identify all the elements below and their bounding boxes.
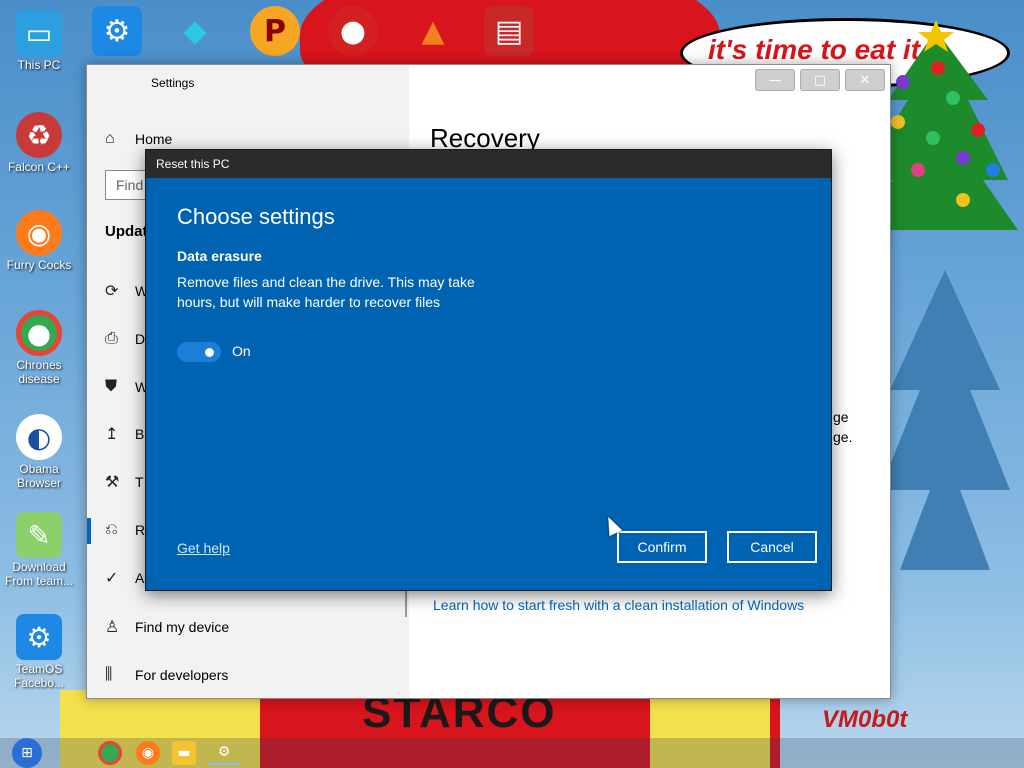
nav-item-label: B [135, 426, 145, 442]
close-button[interactable]: ✕ [845, 69, 885, 91]
desktop-icon-chrome[interactable]: ● Chrones disease [4, 310, 74, 386]
nav-item-label: D [135, 331, 146, 347]
sliders-icon: ⫼ [105, 666, 113, 683]
desktop-icon-label: Furry Cocks [6, 258, 72, 272]
desktop-icon-firefox[interactable]: ◉ Furry Cocks [4, 210, 74, 272]
folder-icon[interactable]: ▬ [172, 741, 196, 765]
desktop-icon-label: Chrones disease [16, 358, 62, 386]
dialog-body: Choose settings Data erasure Remove file… [148, 178, 829, 588]
desktop-icon-falcon[interactable]: ♻ Falcon C++ [4, 112, 74, 174]
data-erasure-toggle[interactable] [177, 342, 221, 362]
wallpaper-snow-tree [880, 270, 1010, 570]
shield-icon: ⛊ [105, 378, 118, 395]
option-description: Remove files and clean the drive. This m… [177, 274, 475, 310]
dialog-title: Reset this PC [156, 157, 230, 171]
recycle-icon: ♻ [16, 112, 62, 158]
maximize-button[interactable]: ▢ [800, 69, 840, 91]
person-device-icon: ♙ [105, 619, 120, 636]
reset-pc-dialog: Reset this PC Choose settings Data erasu… [145, 149, 832, 591]
check-circle-icon: ✓ [105, 570, 119, 587]
backup-arrow-icon: ↥ [105, 426, 119, 443]
delivery-icon: ⎙ [105, 330, 118, 347]
desktop-icon-this-pc[interactable]: ▭ This PC [4, 10, 74, 72]
desktop-icon-label: Obama Browser [16, 462, 61, 490]
firefox-icon[interactable]: ◉ [136, 741, 160, 765]
desktop-icon-label: This PC [17, 58, 61, 72]
toggle-state-label: On [232, 343, 251, 359]
p-logo-icon[interactable]: P [250, 6, 300, 56]
fresh-start-link[interactable]: Learn how to start fresh with a clean in… [433, 597, 804, 613]
nav-home[interactable]: ⌂ Home [105, 127, 172, 151]
wallpaper-signature: VM0b0t [822, 706, 908, 733]
nav-item-troubleshoot[interactable]: ⚒ T [105, 470, 144, 494]
gear-icon[interactable]: ⚙ [92, 6, 142, 56]
nav-item-label: T [135, 474, 144, 490]
taskbar: ⊞ ◉ ▬ ⚙ [0, 738, 1024, 768]
chrome-icon: ● [16, 310, 62, 356]
dialog-heading: Choose settings [177, 204, 335, 229]
nav-item-backup[interactable]: ↥ B [105, 422, 144, 446]
nav-item-activation[interactable]: ✓ A [105, 566, 144, 590]
diamond-icon[interactable]: ◆ [170, 6, 220, 56]
start-button[interactable]: ⊞ [12, 738, 42, 768]
card-icon[interactable]: ▤ [484, 6, 534, 56]
nav-item-for-developers[interactable]: ⫼ For developers [105, 663, 228, 687]
settings-taskbar-icon[interactable]: ⚙ [208, 741, 240, 765]
nav-item-label: Find my device [135, 619, 230, 635]
nav-item-delivery[interactable]: ⎙ D [105, 327, 145, 351]
cake-icon[interactable]: ▲ [408, 6, 458, 56]
cancel-button[interactable]: Cancel [727, 531, 817, 563]
nav-active-indicator [87, 518, 91, 544]
desktop-icon-obama[interactable]: ◐ Obama Browser [4, 414, 74, 490]
nav-item-label: A [135, 570, 145, 586]
notepad-icon: ✎ [16, 512, 62, 558]
sync-icon: ⟳ [105, 283, 119, 300]
monitor-icon: ▭ [16, 10, 62, 56]
home-icon: ⌂ [105, 130, 115, 147]
chrome-icon[interactable] [98, 741, 122, 765]
minimize-button[interactable]: — [755, 69, 795, 91]
nav-item-label: For developers [135, 667, 229, 683]
firefox-icon: ◉ [16, 210, 62, 256]
obama-logo-icon: ◐ [16, 414, 62, 460]
desktop-icon-download[interactable]: ✎ Download From team... [4, 512, 74, 588]
window-title: Settings [151, 76, 195, 90]
nav-item-label: R [135, 522, 146, 538]
wrench-icon: ⚒ [105, 474, 120, 491]
gear-icon: ⚙ [16, 614, 62, 660]
nav-item-security[interactable]: ⛊ W [105, 375, 148, 399]
partial-text-2: ge. [833, 429, 853, 445]
angry-bird-icon[interactable]: ● [328, 6, 378, 56]
desktop-icon-label: Download From team... [4, 560, 73, 588]
nav-item-windows-update[interactable]: ⟳ W [105, 279, 148, 303]
toggle-knob [205, 348, 214, 357]
desktop-icon-label: Falcon C++ [7, 160, 71, 174]
option-title: Data erasure [177, 248, 262, 264]
dialog-titlebar: Reset this PC [146, 150, 831, 178]
desktop-icon-teamos[interactable]: ⚙ TeamOS Facebo... [4, 614, 74, 690]
desktop-icon-label: TeamOS Facebo... [13, 662, 65, 690]
nav-section-heading: Updat [105, 223, 148, 240]
nav-home-label: Home [135, 131, 173, 147]
nav-item-find-my-device[interactable]: ♙ Find my device [105, 615, 229, 639]
nav-item-recovery[interactable]: ⎌ R [105, 518, 145, 542]
confirm-button[interactable]: Confirm [617, 531, 707, 563]
recovery-icon: ⎌ [105, 521, 118, 538]
partial-text-1: ge [833, 409, 849, 425]
get-help-link[interactable]: Get help [177, 540, 230, 556]
